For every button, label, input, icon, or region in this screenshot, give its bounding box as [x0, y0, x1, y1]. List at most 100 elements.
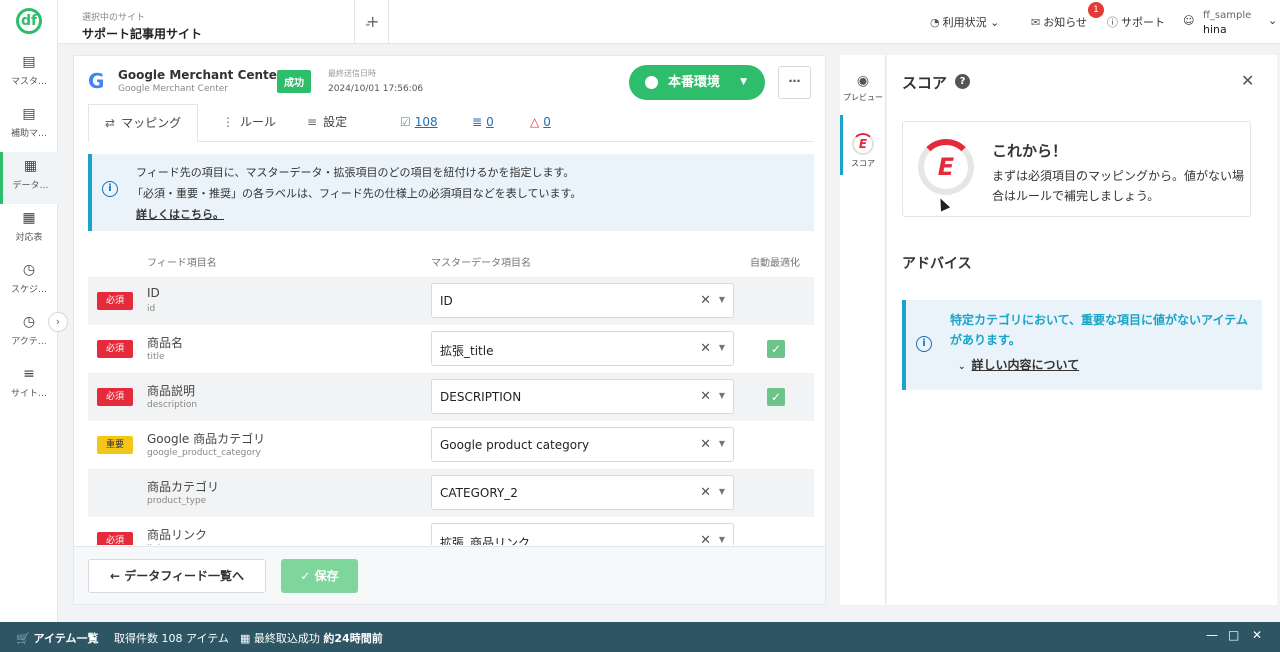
last-import-label: 最終取込成功 — [253, 632, 320, 645]
nav-label: 対応表 — [15, 233, 43, 243]
clear-icon[interactable]: ✕ — [700, 389, 711, 404]
score-grade-icon: E — [852, 133, 874, 155]
tab-label: 設定 — [323, 115, 348, 129]
help-icon[interactable]: ? — [955, 74, 970, 89]
master-field-select[interactable]: CATEGORY_2 ✕ ▼ — [431, 475, 734, 510]
back-to-feeds-button[interactable]: ← データフィード一覧へ — [88, 559, 266, 593]
feed-field-key: product_type — [147, 496, 207, 506]
mapping-table: 必須 ID id ID ✕ ▼ 必須 商品名 title 拡張_title ✕ … — [88, 277, 814, 545]
tab-mapping[interactable]: ⇄ マッピング — [88, 104, 199, 142]
environment-toggle-button[interactable]: 本番環境 ▼ — [629, 65, 765, 100]
nav-label: スケジ… — [10, 285, 47, 295]
table-row: 重要 Google 商品カテゴリ google_product_category… — [88, 421, 814, 469]
nav-label: 補助マ… — [10, 129, 47, 139]
notice-label: お知らせ — [1043, 16, 1087, 29]
nav-item-datafeed[interactable]: ▦ データ… — [0, 152, 58, 204]
rail-preview[interactable]: ◉ プレビュー — [840, 73, 886, 103]
ellipsis-icon: ⋯ — [788, 74, 801, 88]
caret-down-icon: ▼ — [718, 343, 725, 352]
tab-rules[interactable]: ⋮ ルール — [206, 104, 292, 142]
nav-label: アクテ… — [11, 337, 47, 347]
nav-label: データ… — [12, 181, 49, 191]
error-items-count[interactable]: △ 0 — [530, 115, 551, 129]
close-bar-button[interactable]: ✕ — [1252, 628, 1262, 642]
clear-icon[interactable]: ✕ — [700, 485, 711, 500]
database-plus-icon: ▤ — [22, 106, 36, 122]
caret-down-icon: ▼ — [718, 535, 725, 544]
master-field-select[interactable]: 拡張_title ✕ ▼ — [431, 331, 734, 366]
valid-items-count[interactable]: ☑ 108 — [400, 115, 438, 129]
calendar-clock-icon: ◷ — [22, 262, 36, 278]
notice-button[interactable]: ✉ お知らせ — [1031, 14, 1087, 30]
nav-item-aux-master[interactable]: ▤ 補助マ… — [0, 100, 58, 152]
caret-down-icon: ▼ — [740, 77, 747, 87]
table-row: 商品カテゴリ product_type CATEGORY_2 ✕ ▼ — [88, 469, 814, 517]
rail-score[interactable]: E スコア — [840, 133, 886, 169]
side-rail: ◉ プレビュー E スコア — [840, 55, 886, 605]
items-list-label: アイテム一覧 — [33, 632, 99, 645]
clear-icon[interactable]: ✕ — [700, 533, 711, 545]
excluded-items-count[interactable]: ≣ 0 — [472, 115, 494, 129]
feed-field-name: Google 商品カテゴリ — [147, 432, 266, 446]
select-value: DESCRIPTION — [440, 390, 522, 404]
learn-more-link[interactable]: 詳しくはこちら。 — [136, 206, 224, 222]
minimize-button[interactable]: — — [1206, 628, 1218, 642]
table-row: 必須 ID id ID ✕ ▼ — [88, 277, 814, 325]
more-options-button[interactable]: ⋯ — [778, 66, 811, 99]
advice-details-link[interactable]: ⌄ 詳しい内容について — [958, 356, 1079, 373]
app-logo[interactable]: df — [16, 8, 42, 34]
feed-title: Google Merchant Cente — [118, 68, 277, 82]
column-header-auto: 自動最適化 — [750, 258, 800, 269]
auto-optimize-checkbox[interactable]: ✓ — [767, 388, 785, 406]
user-icon: ☺ — [1183, 14, 1195, 27]
top-header: 選択中のサイト サポート記事用サイト ⌄ + ◔ 利用状況 ⌄ ✉ お知らせ 1 ⓘ… — [58, 0, 1280, 44]
auto-optimize-checkbox[interactable]: ✓ — [767, 340, 785, 358]
master-field-select[interactable]: 拡張_商品リンク ✕ ▼ — [431, 523, 734, 545]
items-list-button[interactable]: 🛒 アイテム一覧 — [16, 630, 98, 646]
nav-item-master[interactable]: ▤ マスタ… — [0, 48, 58, 100]
select-value: 拡張_商品リンク — [440, 536, 531, 545]
feed-field-name: ID — [147, 286, 160, 300]
maximize-button[interactable]: □ — [1228, 628, 1239, 642]
clear-icon[interactable]: ✕ — [700, 437, 711, 452]
nav-item-site-settings[interactable]: ≡ サイト… — [0, 360, 58, 412]
nav-label: マスタ… — [10, 77, 47, 87]
user-menu[interactable]: ff_sample hina — [1203, 10, 1251, 36]
sliders-icon: ≡ — [307, 115, 318, 129]
master-field-select[interactable]: ID ✕ ▼ — [431, 283, 734, 318]
clear-icon[interactable]: ✕ — [700, 293, 711, 308]
advice-link-label: 詳しい内容について — [971, 358, 1080, 372]
site-selector[interactable]: 選択中のサイト サポート記事用サイト ⌄ — [82, 10, 372, 42]
usage-menu[interactable]: ◔ 利用状況 ⌄ — [930, 14, 999, 30]
nav-item-schedule[interactable]: ◷ スケジ… — [0, 256, 58, 308]
master-field-select[interactable]: Google product category ✕ ▼ — [431, 427, 734, 462]
document-icon: ▦ — [23, 158, 38, 174]
add-site-button[interactable]: + — [366, 12, 379, 31]
feed-field-name: 商品名 — [147, 336, 184, 350]
support-button[interactable]: ⓘ サポート — [1107, 14, 1165, 30]
toggle-dot-icon — [645, 76, 658, 89]
status-badge: 成功 — [277, 70, 311, 93]
datafeed-editor: G Google Merchant Cente Google Merchant … — [73, 55, 826, 605]
feed-field-key: google_product_category — [147, 448, 261, 458]
chevron-down-icon[interactable]: ⌄ — [1268, 14, 1277, 27]
feed-field-key: link — [147, 544, 163, 545]
score-card: E これから！ まずは必須項目のマッピングから。値がない場合はルールで補完しまし… — [902, 121, 1251, 217]
feed-field-key: description — [147, 400, 198, 410]
last-sent-caption: 最終送信日時 — [328, 69, 376, 78]
tab-settings[interactable]: ≡ 設定 — [291, 104, 363, 142]
close-panel-button[interactable]: ✕ — [1241, 71, 1254, 90]
nav-item-mapping-table[interactable]: ▦ 対応表 — [0, 204, 58, 256]
master-field-select[interactable]: DESCRIPTION ✕ ▼ — [431, 379, 734, 414]
mapping-icon: ⇄ — [105, 116, 116, 130]
save-button[interactable]: ✓ 保存 — [281, 559, 358, 593]
feed-field-name: 商品リンク — [147, 528, 208, 542]
status-bar: 🛒 アイテム一覧 取得件数 108 アイテム ▦ 最終取込成功 約24時間前 —… — [0, 622, 1280, 652]
select-value: 拡張_title — [440, 344, 494, 358]
clear-icon[interactable]: ✕ — [700, 341, 711, 356]
feed-subtitle: Google Merchant Center — [118, 84, 228, 94]
gauge-icon: ◔ — [930, 16, 940, 29]
select-value: ID — [440, 294, 453, 308]
nav-expand-button[interactable]: › — [48, 312, 68, 332]
caret-down-icon: ▼ — [718, 391, 725, 400]
